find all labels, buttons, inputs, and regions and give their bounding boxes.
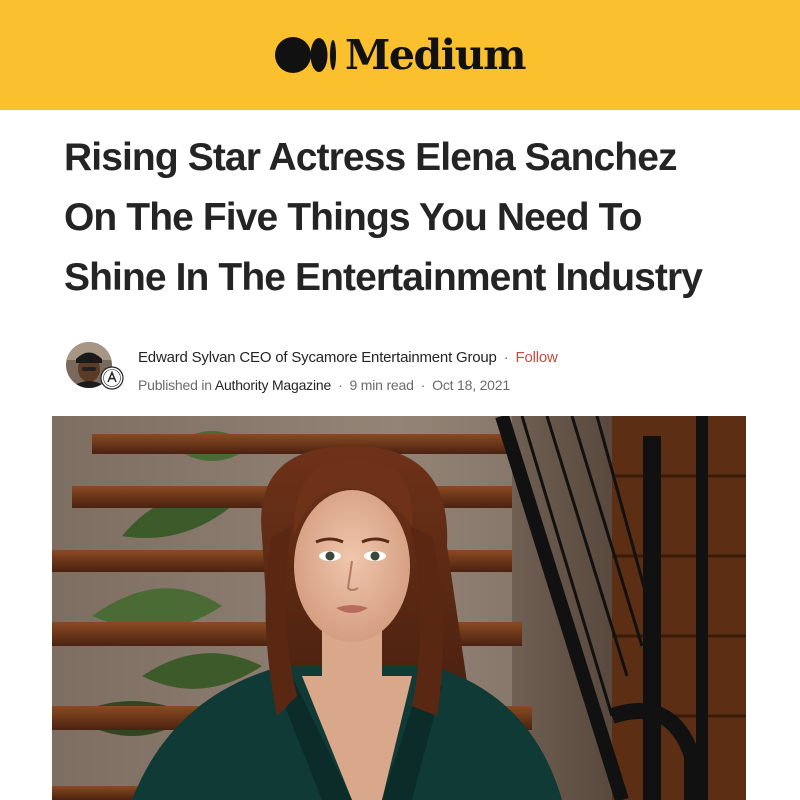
avatar-group[interactable] (66, 342, 124, 396)
separator: · (338, 377, 343, 393)
publication-badge-icon[interactable] (100, 366, 124, 390)
author-name[interactable]: Edward Sylvan CEO of Sycamore Entertainm… (138, 349, 497, 366)
title-line-2: On The Five Things You Need To (64, 196, 642, 239)
publication-link[interactable]: Authority Magazine (215, 377, 331, 393)
medium-logo[interactable]: Medium (275, 30, 526, 79)
follow-button[interactable]: Follow (516, 349, 558, 366)
separator: · (420, 377, 426, 393)
published-in-label: Published in (138, 377, 212, 393)
title-line-1: Rising Star Actress Elena Sanchez (64, 136, 678, 179)
read-time: 9 min read (349, 377, 414, 393)
separator: · (503, 349, 509, 366)
medium-banner: Medium (0, 0, 800, 110)
hero-photo (52, 416, 746, 800)
title-line-3: Shine In The Entertainment Industry (64, 256, 703, 299)
publish-date: Oct 18, 2021 (432, 377, 510, 393)
article-title: Rising Star Actress Elena Sanchez On The… (64, 128, 764, 308)
brand-name: Medium (345, 30, 526, 79)
author-line: Edward Sylvan CEO of Sycamore Entertainm… (138, 349, 558, 366)
publication-meta: Published in Authority Magazine · 9 min re… (138, 377, 510, 393)
medium-logo-icon (275, 37, 337, 73)
article-byline: Edward Sylvan CEO of Sycamore Entertainm… (66, 340, 766, 396)
